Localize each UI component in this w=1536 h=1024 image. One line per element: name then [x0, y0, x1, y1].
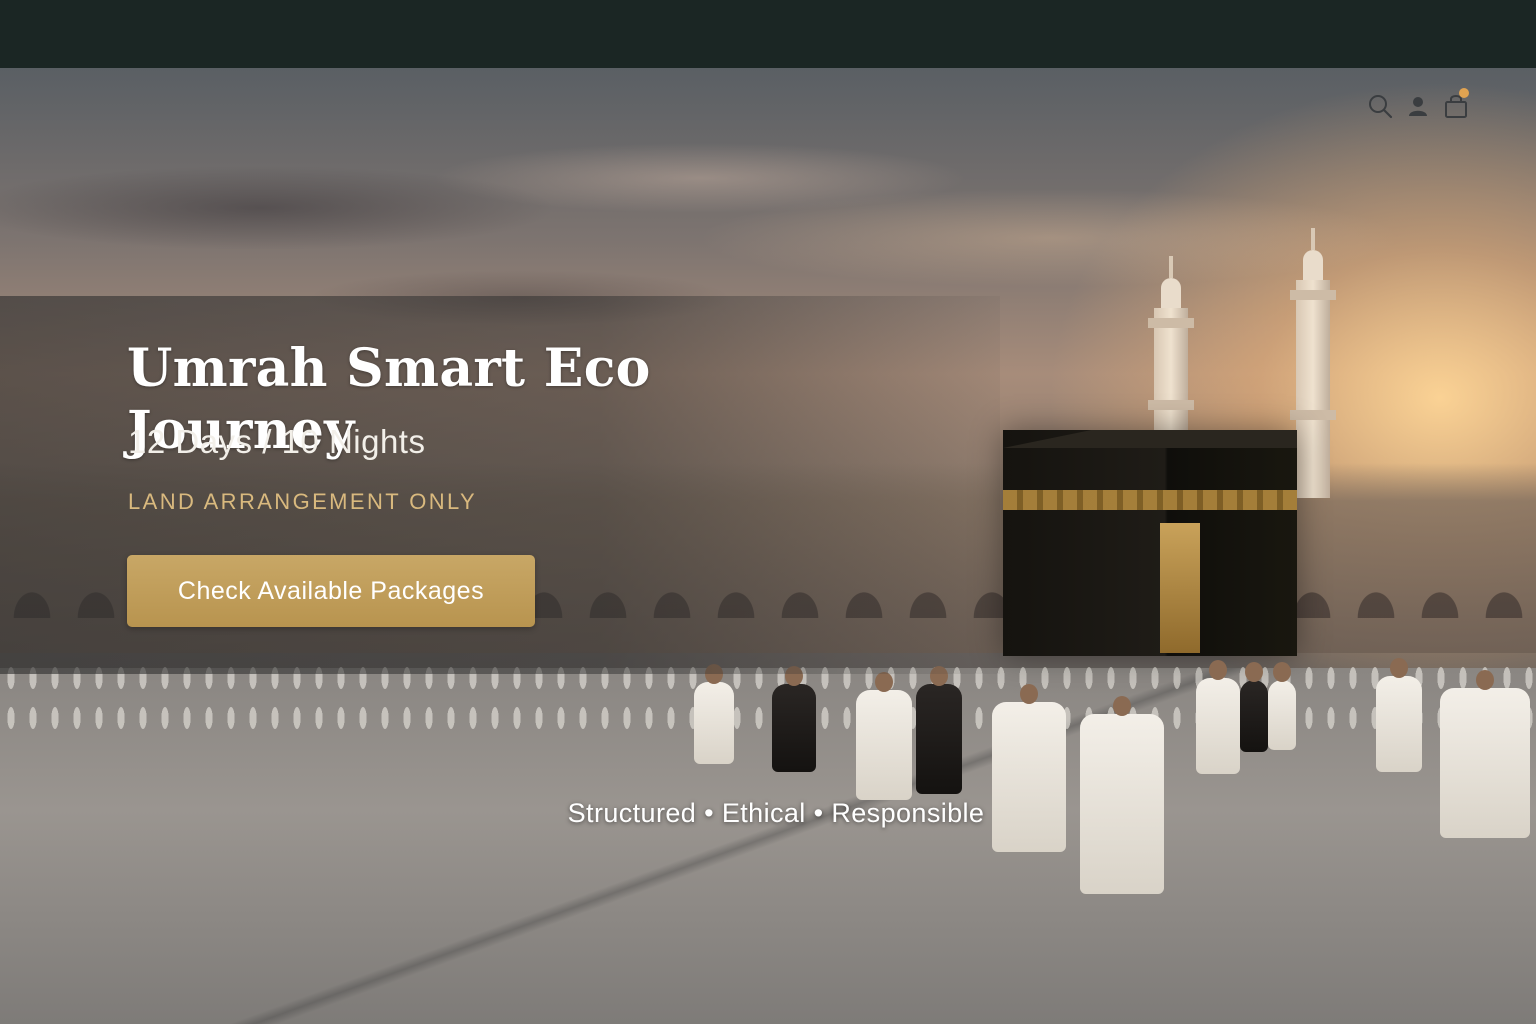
user-icon[interactable]: [1404, 92, 1432, 120]
minaret-right: [1290, 228, 1336, 498]
kaaba: [1003, 430, 1297, 656]
pilgrim-figure: [694, 664, 734, 764]
search-icon[interactable]: [1366, 92, 1394, 120]
top-bar: [0, 0, 1536, 68]
pilgrim-figure: [1240, 662, 1268, 752]
minaret-left: [1148, 256, 1194, 438]
trip-duration: 12 Days / 10 Nights: [128, 423, 426, 460]
package-type-label: LAND ARRANGEMENT ONLY: [128, 489, 478, 514]
kaaba-gold-band: [1003, 490, 1297, 510]
hero-tagline: Structured • Ethical • Responsible: [567, 798, 985, 828]
pilgrim-figure: [1440, 670, 1530, 838]
pilgrim-figure: [1268, 662, 1296, 750]
pilgrim-figure: [856, 672, 912, 800]
pilgrim-figure: [1376, 658, 1422, 772]
header-icons: [1364, 88, 1474, 122]
pilgrim-figure: [772, 666, 816, 772]
cart-badge: [1459, 88, 1469, 98]
pilgrim-figure: [916, 666, 962, 794]
pilgrim-figure: [1080, 696, 1164, 894]
shopping-bag-icon[interactable]: [1442, 88, 1470, 120]
pilgrim-figure: [1196, 660, 1240, 774]
check-packages-button[interactable]: Check Available Packages: [127, 555, 535, 627]
kaaba-door: [1160, 523, 1200, 653]
